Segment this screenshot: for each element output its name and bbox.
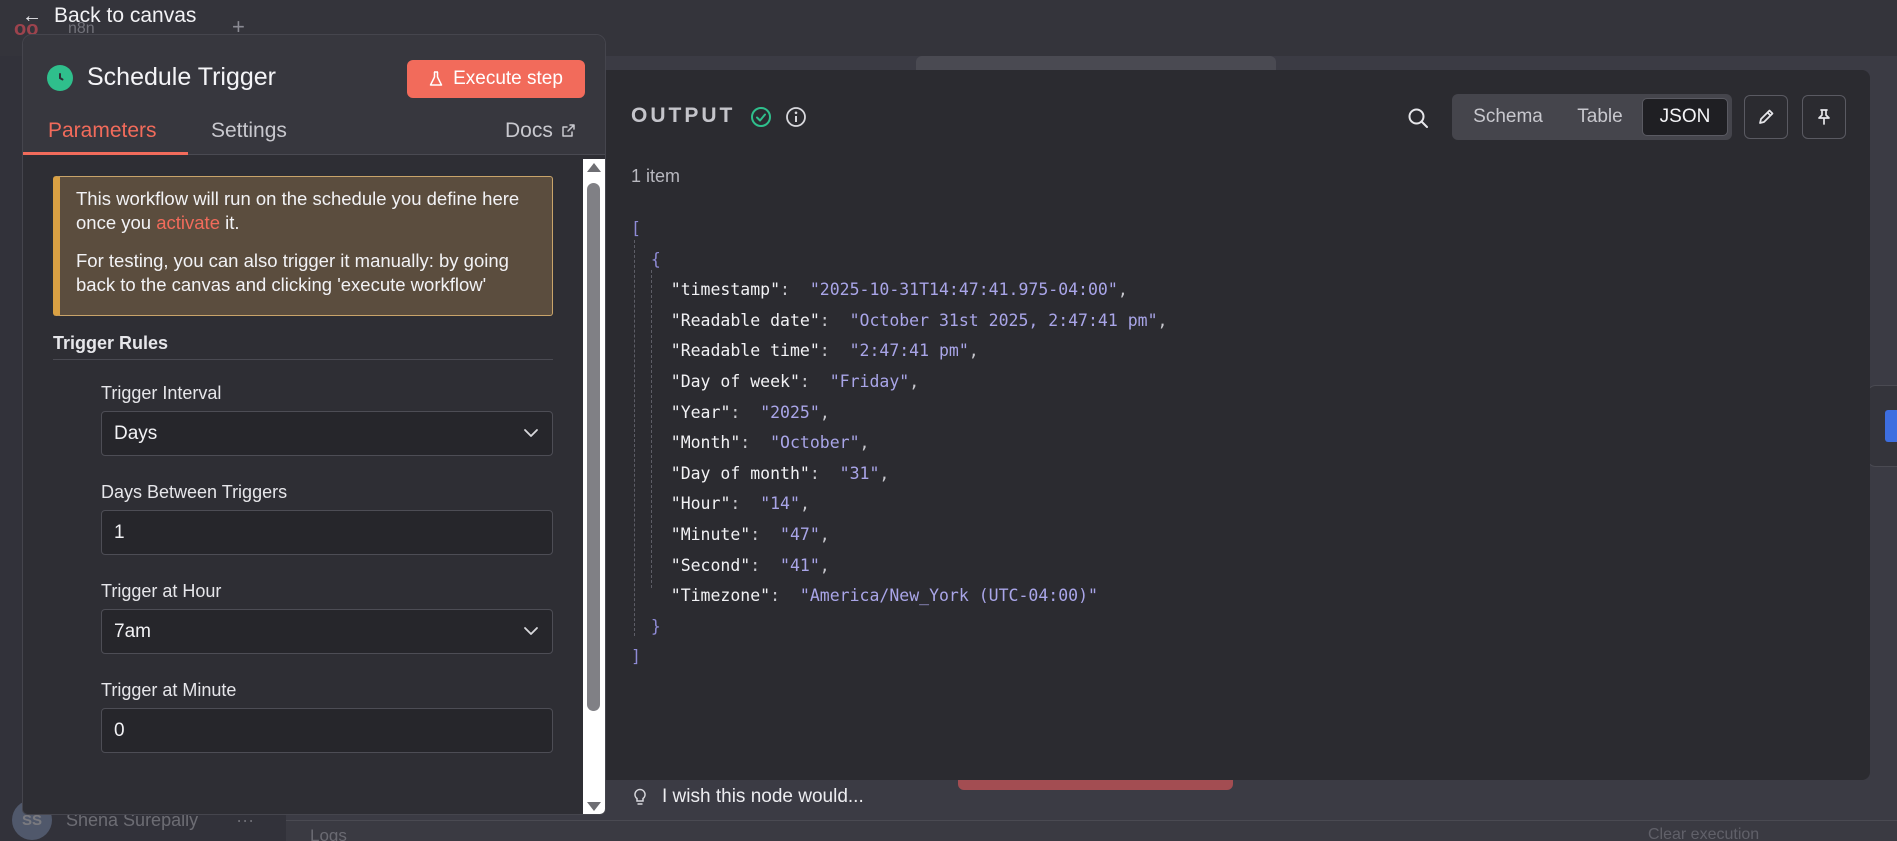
- chevron-down-icon: [524, 429, 538, 437]
- node-feedback-link[interactable]: I wish this node would...: [632, 786, 864, 808]
- parameters-body: This workflow will run on the schedule y…: [23, 155, 583, 814]
- success-check-icon: [751, 107, 771, 127]
- pin-data-button[interactable]: [1802, 95, 1846, 139]
- activate-link[interactable]: activate: [156, 212, 220, 233]
- edit-output-button[interactable]: [1744, 95, 1788, 139]
- json-open-bracket: [: [631, 219, 641, 238]
- json-key: Second: [680, 555, 741, 575]
- json-key: Readable date: [680, 310, 810, 330]
- view-toggle: Schema Table JSON: [1452, 94, 1732, 140]
- json-open-brace: {: [631, 249, 661, 269]
- clock-icon: [47, 65, 73, 91]
- json-close-brace: }: [631, 616, 661, 636]
- json-value[interactable]: America/New_York (UTC-04:00): [810, 586, 1088, 605]
- scrollbar[interactable]: [583, 159, 605, 814]
- json-value[interactable]: October 31st 2025, 2:47:41 pm: [860, 311, 1148, 330]
- json-output: [ { "timestamp": "2025-10-31T14:47:41.97…: [631, 214, 1167, 673]
- view-json[interactable]: JSON: [1642, 98, 1728, 136]
- pin-icon: [1818, 109, 1830, 125]
- json-value[interactable]: October: [780, 433, 850, 452]
- canvas-side-card-icon: [1885, 410, 1897, 442]
- json-key: Day of week: [680, 371, 790, 391]
- scroll-thumb[interactable]: [587, 183, 600, 711]
- item-count: 1 item: [631, 166, 681, 186]
- section-divider: [53, 359, 553, 360]
- view-table[interactable]: Table: [1562, 98, 1638, 136]
- json-value[interactable]: Friday: [840, 372, 900, 391]
- output-title: OUTPUT: [631, 104, 736, 127]
- node-title[interactable]: Schedule Trigger: [87, 63, 276, 92]
- clear-execution-button[interactable]: Clear execution: [1648, 826, 1759, 841]
- panel-tabs: Parameters Settings Docs: [23, 113, 605, 155]
- days-between-triggers-label: Days Between Triggers: [101, 482, 288, 502]
- json-value[interactable]: 14: [770, 494, 790, 513]
- json-row: "Timezone": "America/New_York (UTC-04:00…: [670, 586, 1098, 606]
- json-value[interactable]: 2:47:41 pm: [860, 341, 959, 360]
- tab-docs[interactable]: Docs: [505, 113, 576, 155]
- json-key: Day of month: [680, 463, 800, 483]
- view-schema[interactable]: Schema: [1456, 98, 1560, 136]
- json-row: "Second": "41",: [670, 555, 830, 575]
- json-value[interactable]: 2025-10-31T14:47:41.975-04:00: [820, 280, 1108, 299]
- parameters-panel: Schedule Trigger Execute step Parameters…: [22, 34, 606, 815]
- info-icon[interactable]: [785, 106, 807, 128]
- json-row: "Readable date": "October 31st 2025, 2:4…: [670, 310, 1168, 330]
- json-value[interactable]: 2025: [770, 403, 810, 422]
- tab-settings[interactable]: Settings: [211, 113, 287, 155]
- json-key: Month: [680, 433, 731, 453]
- json-close-bracket: ]: [631, 647, 641, 667]
- json-key: Hour: [680, 494, 721, 514]
- json-row: "Day of month": "31",: [670, 463, 890, 483]
- back-to-canvas-link[interactable]: ← Back to canvas: [22, 4, 196, 28]
- json-key: Year: [680, 402, 721, 422]
- trigger-interval-select[interactable]: Days: [101, 411, 553, 456]
- chevron-down-icon: [524, 627, 538, 635]
- json-value[interactable]: 41: [790, 556, 810, 575]
- pencil-icon: [1759, 109, 1774, 124]
- execute-step-label: Execute step: [453, 68, 563, 89]
- json-row: "timestamp": "2025-10-31T14:47:41.975-04…: [670, 280, 1128, 300]
- canvas-tab-strip: [916, 56, 1276, 70]
- days-between-triggers-input[interactable]: 1: [101, 510, 553, 555]
- search-icon[interactable]: [1406, 106, 1430, 130]
- feedback-label: I wish this node would...: [662, 786, 864, 807]
- trigger-at-hour-select[interactable]: 7am: [101, 609, 553, 654]
- json-value[interactable]: 47: [790, 525, 810, 544]
- external-link-icon: [562, 124, 575, 137]
- scroll-down-arrow[interactable]: [587, 802, 601, 811]
- trigger-at-minute-label: Trigger at Minute: [101, 680, 237, 700]
- execute-step-button[interactable]: Execute step: [407, 60, 585, 98]
- output-panel: OUTPUT Schema Table JSON 1 item [ { "tim…: [600, 70, 1870, 780]
- schedule-notice: This workflow will run on the schedule y…: [53, 176, 553, 316]
- trigger-at-hour-label: Trigger at Hour: [101, 581, 222, 601]
- trigger-at-minute-input[interactable]: 0: [101, 708, 553, 753]
- flask-icon: [429, 71, 443, 86]
- json-key: Timezone: [680, 586, 761, 606]
- json-key: Minute: [680, 524, 741, 544]
- json-row: "Month": "October",: [670, 433, 870, 453]
- lightbulb-icon: [634, 788, 646, 805]
- back-to-canvas-label: Back to canvas: [54, 4, 197, 27]
- trigger-interval-label: Trigger Interval: [101, 383, 222, 403]
- json-row: "Minute": "47",: [670, 524, 830, 544]
- json-row: "Day of week": "Friday",: [670, 371, 920, 391]
- json-row: "Year": "2025",: [670, 402, 830, 422]
- docs-label: Docs: [505, 119, 553, 142]
- tab-parameters[interactable]: Parameters: [23, 113, 188, 155]
- trigger-rules-title: Trigger Rules: [53, 333, 169, 353]
- json-key: timestamp: [680, 280, 771, 300]
- json-row: "Readable time": "2:47:41 pm",: [670, 341, 979, 361]
- scroll-up-arrow[interactable]: [587, 163, 601, 172]
- json-value[interactable]: 31: [850, 464, 870, 483]
- back-arrow-icon: ←: [22, 4, 42, 27]
- logs-label[interactable]: Logs: [310, 826, 347, 841]
- notice-text-1: This workflow will run on the schedule y…: [76, 188, 520, 233]
- panel-header: Schedule Trigger Execute step Parameters…: [23, 35, 605, 155]
- json-row: "Hour": "14",: [670, 494, 810, 514]
- json-key: Readable time: [680, 341, 810, 361]
- notice-text-2: For testing, you can also trigger it man…: [76, 250, 509, 295]
